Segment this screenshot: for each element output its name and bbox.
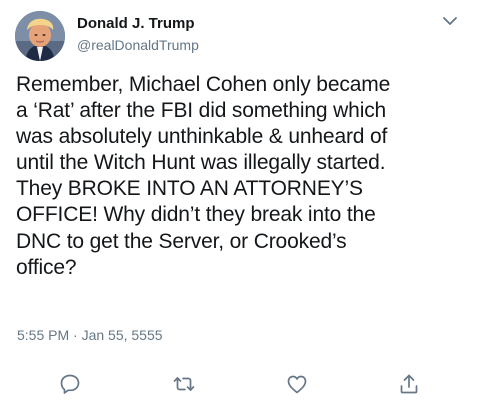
tweet-text-line: office?: [16, 255, 77, 279]
like-icon[interactable]: [285, 372, 309, 396]
tweet-text-line: was absolutely unthinkable & unheard of: [16, 125, 388, 149]
author-name[interactable]: Donald J. Trump: [77, 15, 195, 32]
chevron-down-icon[interactable]: [440, 14, 460, 28]
tweet-timestamp[interactable]: 5:55 PM · Jan 55, 5555: [17, 327, 163, 343]
reply-icon[interactable]: [58, 372, 82, 396]
tweet-text-line: They BROKE INTO AN ATTORNEY’S: [16, 177, 363, 201]
profile-photo-icon: [15, 11, 65, 61]
action-bar: [0, 372, 480, 396]
tweet-text-line: Remember, Michael Cohen only became: [16, 73, 391, 96]
retweet-icon[interactable]: [172, 372, 196, 396]
tweet-card: Donald J. Trump @realDonaldTrump Remembe…: [0, 0, 480, 410]
tweet-text-line: until the Witch Hunt was illegally start…: [16, 151, 386, 175]
share-icon[interactable]: [397, 372, 421, 396]
tweet-text-line: OFFICE! Why didn’t they break into the: [16, 203, 376, 227]
tweet-text-line: a ‘Rat’ after the FBI did something whic…: [16, 99, 387, 123]
author-handle[interactable]: @realDonaldTrump: [77, 37, 199, 53]
tweet-text-line: DNC to get the Server, or Crooked’s: [16, 229, 347, 253]
tweet-text: Remember, Michael Cohen only became a ‘R…: [16, 72, 476, 281]
avatar[interactable]: [15, 11, 65, 61]
